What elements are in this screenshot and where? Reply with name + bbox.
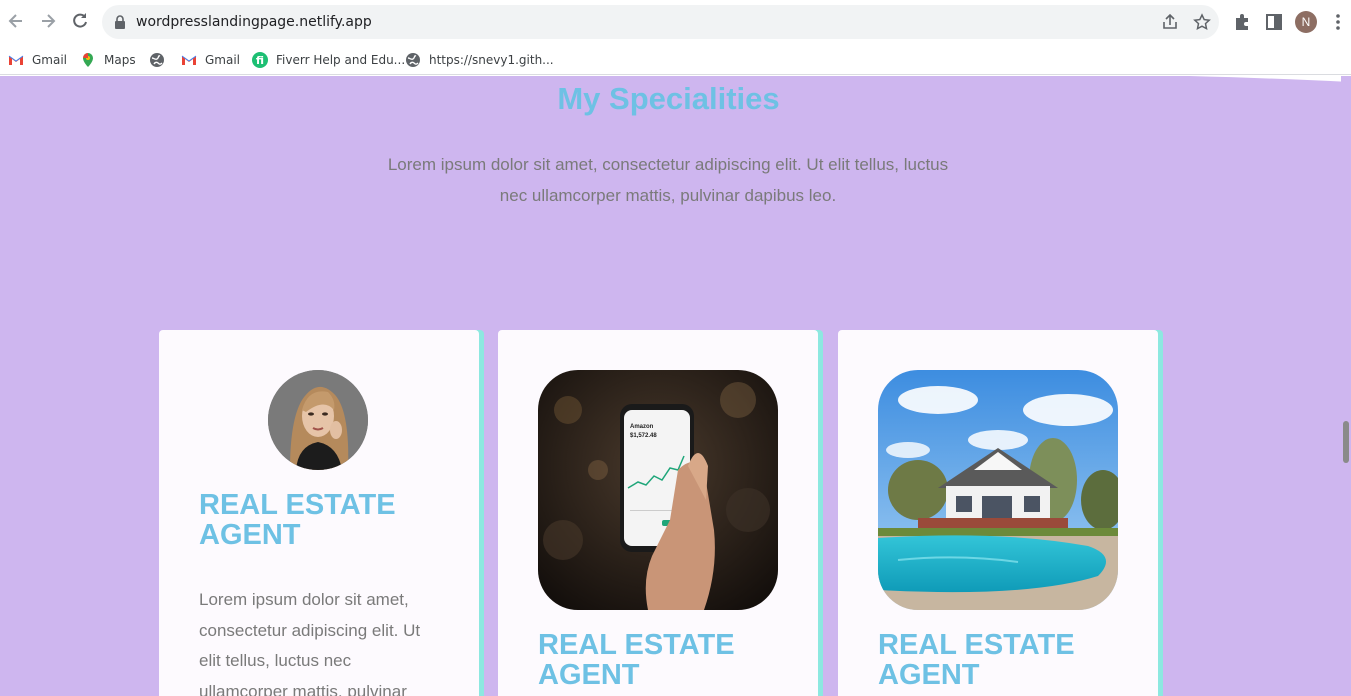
section-description: Lorem ipsum dolor sit amet, consectetur …: [387, 155, 949, 205]
page-viewport: My Specialities Lorem ipsum dolor sit am…: [0, 76, 1351, 696]
globe-icon: [149, 52, 165, 68]
speciality-card: Amazon $1,572.48 REAL ESTATE AGENT: [498, 330, 818, 696]
gmail-icon: [8, 52, 24, 68]
speciality-card: REAL ESTATE AGENT Lorem ipsum dolor sit …: [159, 330, 479, 696]
house-pool-photo: [878, 370, 1118, 610]
phone-stock-app-photo: Amazon $1,572.48: [538, 370, 778, 610]
scrollbar-thumb[interactable]: [1343, 421, 1349, 463]
scrollbar[interactable]: [1341, 76, 1351, 696]
fiverr-icon: fi: [252, 52, 268, 68]
card-title: REAL ESTATE AGENT: [199, 489, 396, 551]
globe-icon: [405, 52, 421, 68]
gmail-icon: [181, 52, 197, 68]
bookmark-maps[interactable]: Maps: [80, 50, 136, 70]
profile-avatar[interactable]: N: [1295, 11, 1317, 33]
extensions-puzzle-icon[interactable]: [1232, 12, 1252, 32]
back-arrow-icon[interactable]: [6, 11, 26, 31]
url-text[interactable]: wordpresslandingpage.netlify.app: [136, 14, 372, 30]
card-text: Lorem ipsum dolor sit amet, consectetur …: [199, 590, 421, 696]
bookmark-label: Maps: [104, 53, 136, 67]
bookmark-label: Gmail: [205, 53, 241, 67]
address-bar[interactable]: wordpresslandingpage.netlify.app: [102, 5, 1219, 39]
portrait-photo: [268, 370, 368, 470]
card-title: REAL ESTATE AGENT: [878, 629, 1075, 691]
bookmark-label: https://snevy1.gith...: [429, 53, 554, 67]
section-title: My Specialities: [557, 81, 780, 116]
phone-price: $1,572.48: [630, 433, 657, 439]
bookmark-gmail-2[interactable]: Gmail: [181, 50, 240, 70]
speciality-card: REAL ESTATE AGENT: [838, 330, 1158, 696]
bookmark-star-icon[interactable]: [1193, 13, 1211, 31]
svg-text:fi: fi: [256, 54, 264, 67]
browser-toolbar: wordpresslandingpage.netlify.app N: [0, 0, 1351, 44]
forward-arrow-icon[interactable]: [38, 11, 58, 31]
bookmark-snevy[interactable]: https://snevy1.gith...: [405, 50, 554, 70]
lock-icon[interactable]: [114, 14, 126, 30]
bookmark-label: Gmail: [32, 53, 68, 67]
share-icon[interactable]: [1161, 13, 1179, 31]
bookmarks-bar: Gmail Maps Gmail fi Fiverr Help and Edu.…: [0, 44, 1351, 75]
bookmark-gmail[interactable]: Gmail: [8, 50, 67, 70]
bookmark-label: Fiverr Help and Edu...: [276, 53, 406, 67]
bookmark-fiverr[interactable]: fi Fiverr Help and Edu...: [252, 50, 405, 70]
menu-kebab-icon[interactable]: [1328, 12, 1348, 32]
side-panel-icon[interactable]: [1264, 12, 1284, 32]
bookmark-globe[interactable]: [149, 50, 173, 70]
card-title: REAL ESTATE AGENT: [538, 629, 735, 691]
maps-icon: [80, 52, 96, 68]
reload-icon[interactable]: [70, 11, 90, 31]
phone-company: Amazon: [630, 424, 654, 430]
